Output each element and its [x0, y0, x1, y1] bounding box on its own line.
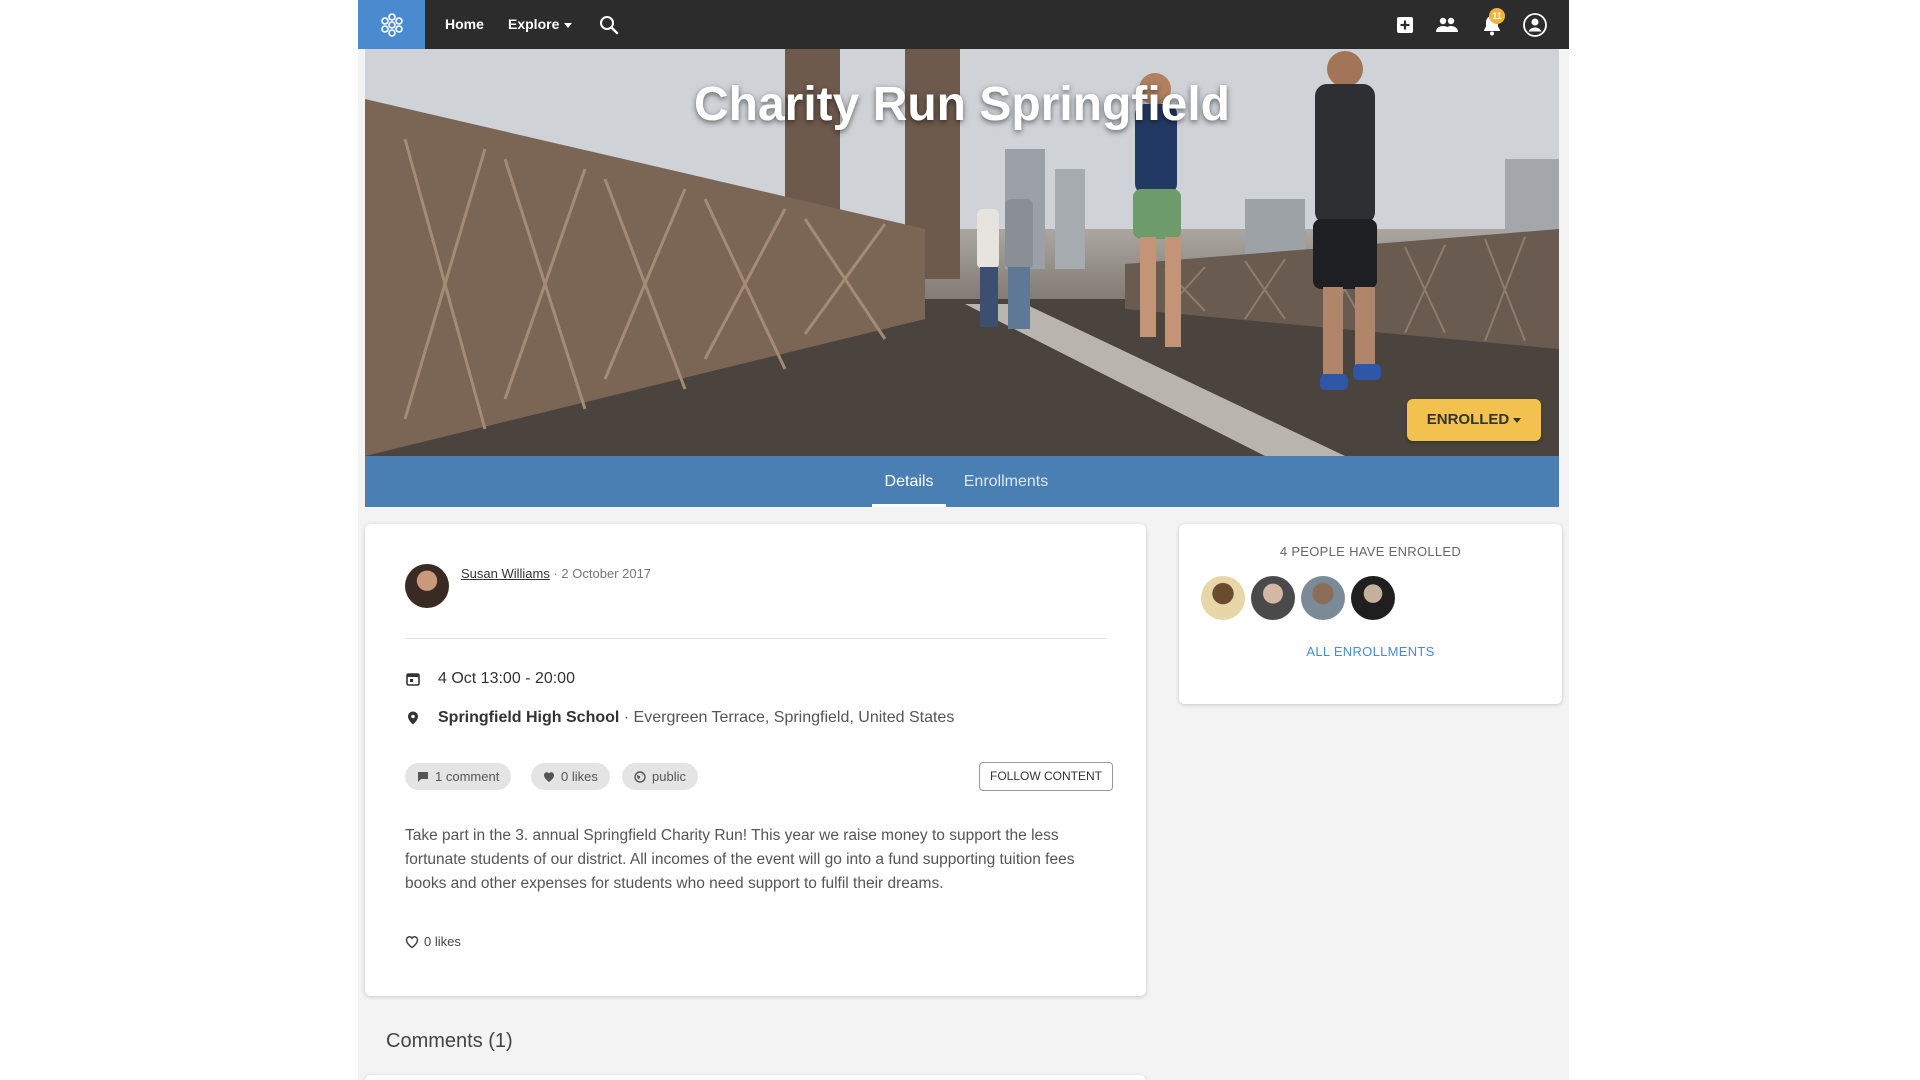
notification-badge: 11	[1489, 8, 1505, 24]
divider	[405, 638, 1106, 639]
like-button[interactable]: 0 likes	[405, 934, 461, 949]
avatar[interactable]	[1201, 576, 1245, 620]
visibility-pill[interactable]: public	[622, 763, 698, 790]
enrolled-dropdown-button[interactable]: ENROLLED	[1407, 399, 1541, 441]
calendar-icon	[406, 673, 420, 686]
event-tab-bar: Details Enrollments	[365, 456, 1559, 507]
visibility-label: public	[652, 769, 686, 784]
chevron-down-icon	[564, 22, 573, 28]
event-detail-card: Susan Williams · 2 October 2017 4 Oct 13…	[365, 524, 1146, 996]
avatar[interactable]	[1251, 576, 1295, 620]
nav-explore-dropdown[interactable]: Explore	[508, 0, 573, 49]
enrolled-button-label: ENROLLED	[1426, 411, 1510, 428]
all-enrollments-link[interactable]: ALL ENROLLMENTS	[1179, 644, 1562, 659]
comments-card	[365, 1075, 1146, 1080]
search-icon[interactable]	[598, 14, 620, 36]
logo-icon[interactable]	[358, 0, 425, 49]
nav-home-link[interactable]: Home	[445, 0, 484, 49]
like-count: 0 likes	[424, 934, 461, 949]
comments-heading: Comments (1)	[386, 1030, 513, 1052]
author-name-link[interactable]: Susan Williams	[461, 566, 550, 581]
enrollments-title: 4 PEOPLE HAVE ENROLLED	[1279, 544, 1462, 559]
add-icon[interactable]	[1392, 12, 1418, 38]
event-time: 4 Oct 13:00 - 20:00	[438, 670, 575, 687]
likes-pill[interactable]: 0 likes	[531, 763, 610, 790]
comment-icon	[418, 771, 428, 782]
author-line: Susan Williams · 2 October 2017	[461, 566, 651, 581]
app-shell: Home Explore 11 Charity Run Springfield …	[358, 0, 1569, 1080]
avatar[interactable]	[1351, 576, 1395, 620]
author-avatar[interactable]	[405, 564, 449, 608]
comments-pill[interactable]: 1 comment	[405, 763, 512, 790]
heart-outline-icon	[405, 935, 419, 948]
tab-enrollments[interactable]: Enrollments	[951, 456, 1061, 507]
user-avatar-icon[interactable]	[1522, 12, 1548, 38]
hero-banner: Charity Run Springfield ENROLLED	[365, 49, 1559, 456]
follow-content-button[interactable]: FOLLOW CONTENT	[979, 762, 1113, 791]
event-title: Charity Run Springfield	[693, 78, 1230, 131]
avatar[interactable]	[1301, 576, 1345, 620]
group-icon[interactable]	[1434, 12, 1460, 38]
location-name: Springfield High School	[438, 709, 620, 726]
top-navbar: Home Explore 11	[358, 0, 1569, 49]
tab-details[interactable]: Details	[872, 456, 946, 507]
enrollments-card: 4 PEOPLE HAVE ENROLLED ALL ENROLLMENTS	[1179, 524, 1562, 704]
chevron-down-icon	[1513, 417, 1522, 423]
comments-count: 1 comment	[435, 769, 500, 784]
nav-explore-label: Explore	[508, 16, 560, 32]
post-date: · 2 October 2017	[553, 566, 652, 581]
event-date-row: 4 Oct 13:00 - 20:00	[405, 670, 575, 688]
globe-icon	[634, 770, 646, 783]
location-address: · Evergreen Terrace, Springfield, United…	[623, 709, 955, 726]
event-location-row: Springfield High School · Evergreen Terr…	[405, 709, 954, 727]
likes-count: 0 likes	[561, 769, 598, 784]
heart-icon	[544, 771, 554, 782]
event-description: Take part in the 3. annual Springfield C…	[405, 827, 1075, 892]
map-pin-icon	[408, 711, 418, 725]
